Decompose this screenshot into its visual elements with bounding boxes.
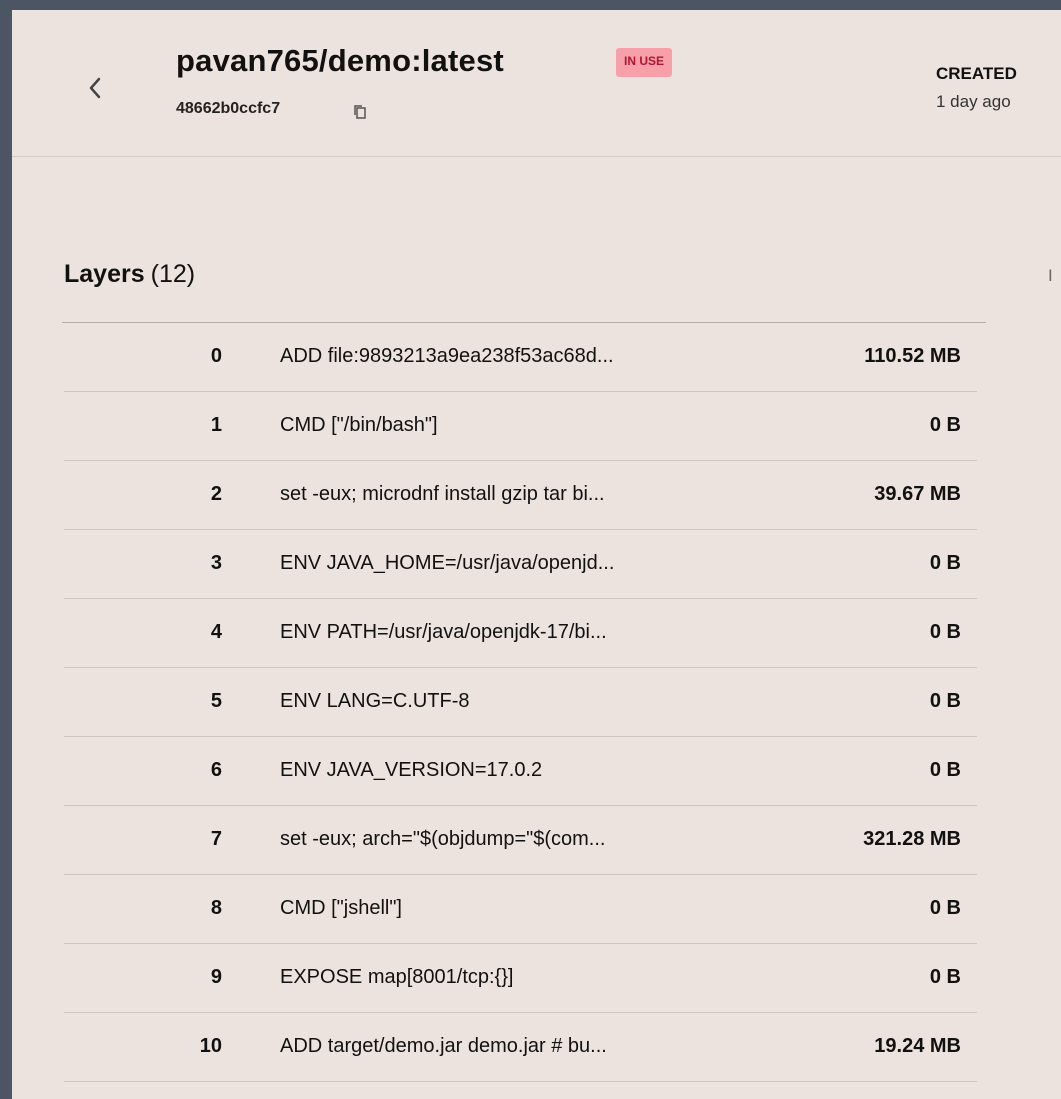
layer-size: 0 B [929, 690, 961, 712]
layer-index: 3 [210, 552, 222, 574]
in-use-status-badge: IN USE [616, 48, 673, 77]
layer-index: 7 [210, 828, 222, 850]
layer-index: 9 [210, 966, 222, 988]
layer-size: 0 B [929, 552, 961, 574]
layer-command: set -eux; arch="$(objdump="$(com... [280, 828, 606, 850]
layer-size: 39.67 MB [874, 483, 961, 505]
image-detail-panel: pavan765/demo:latest IN USE 48662b0ccfc7… [12, 10, 1061, 1099]
layer-row-0[interactable]: 0 ADD file:9893213a9ea238f53ac68d... 110… [64, 323, 977, 392]
layer-command: ENV JAVA_HOME=/usr/java/openjd... [280, 552, 615, 574]
created-label: CREATED [936, 64, 1017, 83]
layer-index: 6 [210, 759, 222, 781]
layer-size: 0 B [929, 414, 961, 436]
layer-row-3[interactable]: 3 ENV JAVA_HOME=/usr/java/openjd... 0 B [64, 530, 977, 599]
created-value: 1 day ago [936, 92, 1011, 111]
layer-command: ENV LANG=C.UTF-8 [280, 690, 470, 712]
layer-size: 0 B [929, 897, 961, 919]
chevron-left-icon [89, 77, 101, 99]
layer-row-2[interactable]: 2 set -eux; microdnf install gzip tar bi… [64, 461, 977, 530]
layer-command: CMD ["jshell"] [280, 897, 402, 919]
layer-command: ENV JAVA_VERSION=17.0.2 [280, 759, 543, 781]
layers-count: (12) [150, 260, 196, 288]
layer-row-4[interactable]: 4 ENV PATH=/usr/java/openjdk-17/bi... 0 … [64, 599, 977, 668]
layer-index: 4 [210, 621, 222, 643]
layer-row-6[interactable]: 6 ENV JAVA_VERSION=17.0.2 0 B [64, 737, 977, 806]
image-header: pavan765/demo:latest IN USE 48662b0ccfc7… [12, 10, 1061, 157]
layer-size: 0 B [929, 759, 961, 781]
layer-command: CMD ["/bin/bash"] [280, 414, 438, 436]
layer-command: EXPOSE map[8001/tcp:{}] [280, 966, 514, 988]
layer-command: set -eux; microdnf install gzip tar bi..… [280, 483, 605, 505]
layer-row-8[interactable]: 8 CMD ["jshell"] 0 B [64, 875, 977, 944]
image-title: pavan765/demo:latest [176, 43, 504, 78]
layer-size: 0 B [929, 966, 961, 988]
back-button[interactable] [80, 70, 110, 106]
layer-index: 0 [210, 345, 222, 367]
layer-row-1[interactable]: 1 CMD ["/bin/bash"] 0 B [64, 392, 977, 461]
layer-command: ADD file:9893213a9ea238f53ac68d... [280, 345, 614, 367]
layer-command: ADD target/demo.jar demo.jar # bu... [280, 1035, 607, 1057]
layer-row-5[interactable]: 5 ENV LANG=C.UTF-8 0 B [64, 668, 977, 737]
image-id: 48662b0ccfc7 [176, 100, 281, 117]
layer-size: 0 B [929, 621, 961, 643]
copy-icon [354, 105, 366, 119]
layer-index: 10 [199, 1035, 222, 1057]
layer-size: 321.28 MB [863, 828, 961, 850]
layer-size: 19.24 MB [874, 1035, 961, 1057]
layers-heading: Layers (12) [64, 260, 195, 289]
layer-command: ENV PATH=/usr/java/openjdk-17/bi... [280, 621, 607, 643]
layers-heading-label: Layers [64, 260, 145, 288]
layer-row-9[interactable]: 9 EXPOSE map[8001/tcp:{}] 0 B [64, 944, 977, 1013]
layers-table: 0 ADD file:9893213a9ea238f53ac68d... 110… [64, 323, 977, 1082]
right-panel-tab-fragment[interactable]: I [1048, 266, 1053, 286]
layer-index: 2 [210, 483, 222, 505]
layer-index: 5 [210, 690, 222, 712]
copy-id-button[interactable] [352, 104, 368, 120]
layer-index: 8 [210, 897, 222, 919]
layer-row-7[interactable]: 7 set -eux; arch="$(objdump="$(com... 32… [64, 806, 977, 875]
layer-index: 1 [210, 414, 222, 436]
layer-size: 110.52 MB [864, 345, 961, 367]
layer-row-10[interactable]: 10 ADD target/demo.jar demo.jar # bu... … [64, 1013, 977, 1082]
